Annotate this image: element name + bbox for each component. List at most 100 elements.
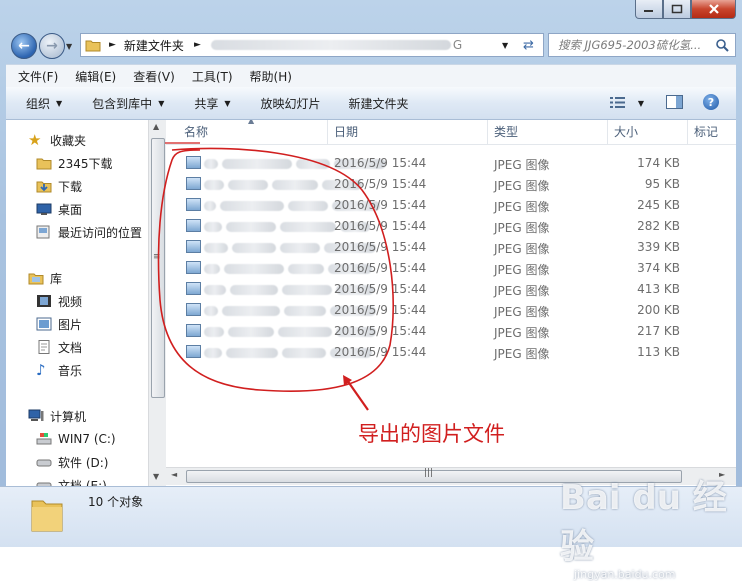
watermark-url: jingyan.baidu.com [574,568,676,581]
maximize-button[interactable] [663,0,691,19]
back-button[interactable]: ← [11,33,37,59]
cell-type: JPEG 图像 [494,242,550,256]
search-icon[interactable] [715,38,729,52]
table-row[interactable]: 2016/5/9 15:44 JPEG 图像 200 KB [166,300,736,321]
table-row[interactable]: 2016/5/9 15:44 JPEG 图像 374 KB [166,258,736,279]
sidebar-label: 桌面 [58,202,83,217]
search-placeholder: 搜索 JJG695-2003硫化氢... [558,38,702,52]
table-row[interactable]: 2016/5/9 15:44 JPEG 图像 413 KB [166,279,736,300]
cell-size: 95 KB [644,177,680,191]
scrollbar-thumb[interactable] [151,138,165,398]
close-icon [708,4,719,14]
table-row[interactable]: 2016/5/9 15:44 JPEG 图像 245 KB [166,195,736,216]
menu-file[interactable]: 文件(F) [18,68,58,85]
column-date[interactable]: 日期 [328,120,488,144]
sidebar-item-drive-c[interactable]: WIN7 (C:) [36,429,116,449]
table-row[interactable]: 2016/5/9 15:44 JPEG 图像 217 KB [166,321,736,342]
navigation-scrollbar[interactable]: ▲ ≡ ▼ [148,120,166,486]
sidebar-item-drive-d[interactable]: 软件 (D:) [36,452,108,472]
scroll-up-icon[interactable]: ▲ [153,122,159,131]
sidebar-item-2345-downloads[interactable]: 2345下载 [36,153,113,173]
table-row[interactable]: 2016/5/9 15:44 JPEG 图像 282 KB [166,216,736,237]
cell-size: 282 KB [637,219,680,233]
organize-button[interactable]: 组织 ▼ [26,95,62,112]
sidebar-item-desktop[interactable]: 桌面 [36,199,82,219]
sidebar-label: 文档 [58,340,83,355]
address-bar[interactable]: ► 新建文件夹 ► G ▼ ⇄ [80,33,544,57]
menu-edit[interactable]: 编辑(E) [75,68,116,85]
sidebar-item-videos[interactable]: 视频 [36,291,82,311]
chevron-down-icon: ▼ [158,98,165,108]
video-icon [37,295,51,307]
column-tags[interactable]: 标记 [688,120,736,144]
column-name[interactable]: 名称 [166,120,328,144]
sidebar-label: 视频 [58,294,83,309]
sidebar-item-documents[interactable]: 文档 [36,337,82,357]
menu-help[interactable]: 帮助(H) [250,68,292,85]
breadcrumb-arrow-icon[interactable]: ► [109,40,116,50]
recent-pages-dropdown[interactable]: ▼ [66,42,72,51]
navigation-pane: ★ 收藏夹 2345下载 下载 桌面 最近访问的位置 库 视频 图片 文档 ♪ … [6,120,148,486]
cell-size: 245 KB [637,198,680,212]
path-tail: G [452,38,463,52]
sidebar-item-favorites[interactable]: ★ 收藏夹 [28,130,86,150]
cell-size: 200 KB [637,303,680,317]
jpeg-image-icon [186,177,201,190]
hard-drive-icon [36,459,52,467]
sidebar-item-libraries[interactable]: 库 [28,268,62,288]
share-button[interactable]: 共享 ▼ [194,95,230,112]
chevron-down-icon: ▼ [56,98,63,108]
table-row[interactable]: 2016/5/9 15:44 JPEG 图像 339 KB [166,237,736,258]
jpeg-image-icon [186,345,201,358]
sidebar-label: 下载 [58,179,83,194]
cell-size: 413 KB [637,282,680,296]
sidebar-item-recent-places[interactable]: 最近访问的位置 [36,222,142,242]
refresh-icon[interactable]: ⇄ [523,38,534,53]
breadcrumb-folder[interactable]: 新建文件夹 [124,37,184,54]
column-size[interactable]: 大小 [608,120,688,144]
slideshow-button[interactable]: 放映幻灯片 [261,95,321,112]
help-icon[interactable]: ? [703,94,719,110]
new-folder-button[interactable]: 新建文件夹 [349,95,409,112]
table-row[interactable]: 2016/5/9 15:44 JPEG 图像 95 KB [166,174,736,195]
slideshow-label: 放映幻灯片 [260,96,321,111]
scroll-left-icon[interactable]: ◄ [171,470,177,479]
blurred-path [210,40,451,50]
menu-tools[interactable]: 工具(T) [192,68,233,85]
search-box[interactable]: 搜索 JJG695-2003硫化氢... [548,33,736,57]
cell-date: 2016/5/9 15:44 [334,198,427,212]
menu-view[interactable]: 查看(V) [133,68,175,85]
minimize-button[interactable] [635,0,663,19]
cell-date: 2016/5/9 15:44 [334,219,427,233]
include-in-library-button[interactable]: 包含到库中 ▼ [92,95,164,112]
scroll-down-icon[interactable]: ▼ [153,472,159,481]
folder-icon [85,40,101,52]
libraries-icon [28,273,44,285]
sidebar-item-pictures[interactable]: 图片 [36,314,82,334]
jpeg-image-icon [186,282,201,295]
documents-icon [38,340,50,354]
sidebar-item-drive-e[interactable]: 文档 (E:) [36,475,107,486]
sidebar-label: WIN7 (C:) [58,432,116,446]
computer-icon [28,409,44,421]
cell-size: 113 KB [637,345,680,359]
address-dropdown-icon[interactable]: ▼ [502,41,508,50]
table-row[interactable]: 2016/5/9 15:44 JPEG 图像 113 KB [166,342,736,363]
cell-type: JPEG 图像 [494,179,550,193]
preview-pane-icon[interactable] [666,95,684,110]
breadcrumb-arrow-icon[interactable]: ► [194,40,201,50]
command-bar: 组织 ▼ 包含到库中 ▼ 共享 ▼ 放映幻灯片 新建文件夹 ▼ ? [6,87,736,120]
cell-date: 2016/5/9 15:44 [334,177,427,191]
sidebar-label: 音乐 [58,363,83,378]
close-button[interactable] [691,0,736,19]
view-options-button[interactable]: ▼ [610,96,644,112]
forward-button[interactable]: → [39,33,65,59]
column-header: 名称 日期 类型 大小 标记 ▲ [166,120,736,145]
sidebar-item-computer[interactable]: 计算机 [28,406,86,426]
sidebar-item-downloads[interactable]: 下载 [36,176,82,196]
column-type[interactable]: 类型 [488,120,608,144]
chevron-down-icon: ▼ [224,98,231,108]
table-row[interactable]: 2016/5/9 15:44 JPEG 图像 174 KB [166,153,736,174]
sidebar-item-music[interactable]: ♪ 音乐 [36,360,82,380]
cell-size: 374 KB [637,261,680,275]
